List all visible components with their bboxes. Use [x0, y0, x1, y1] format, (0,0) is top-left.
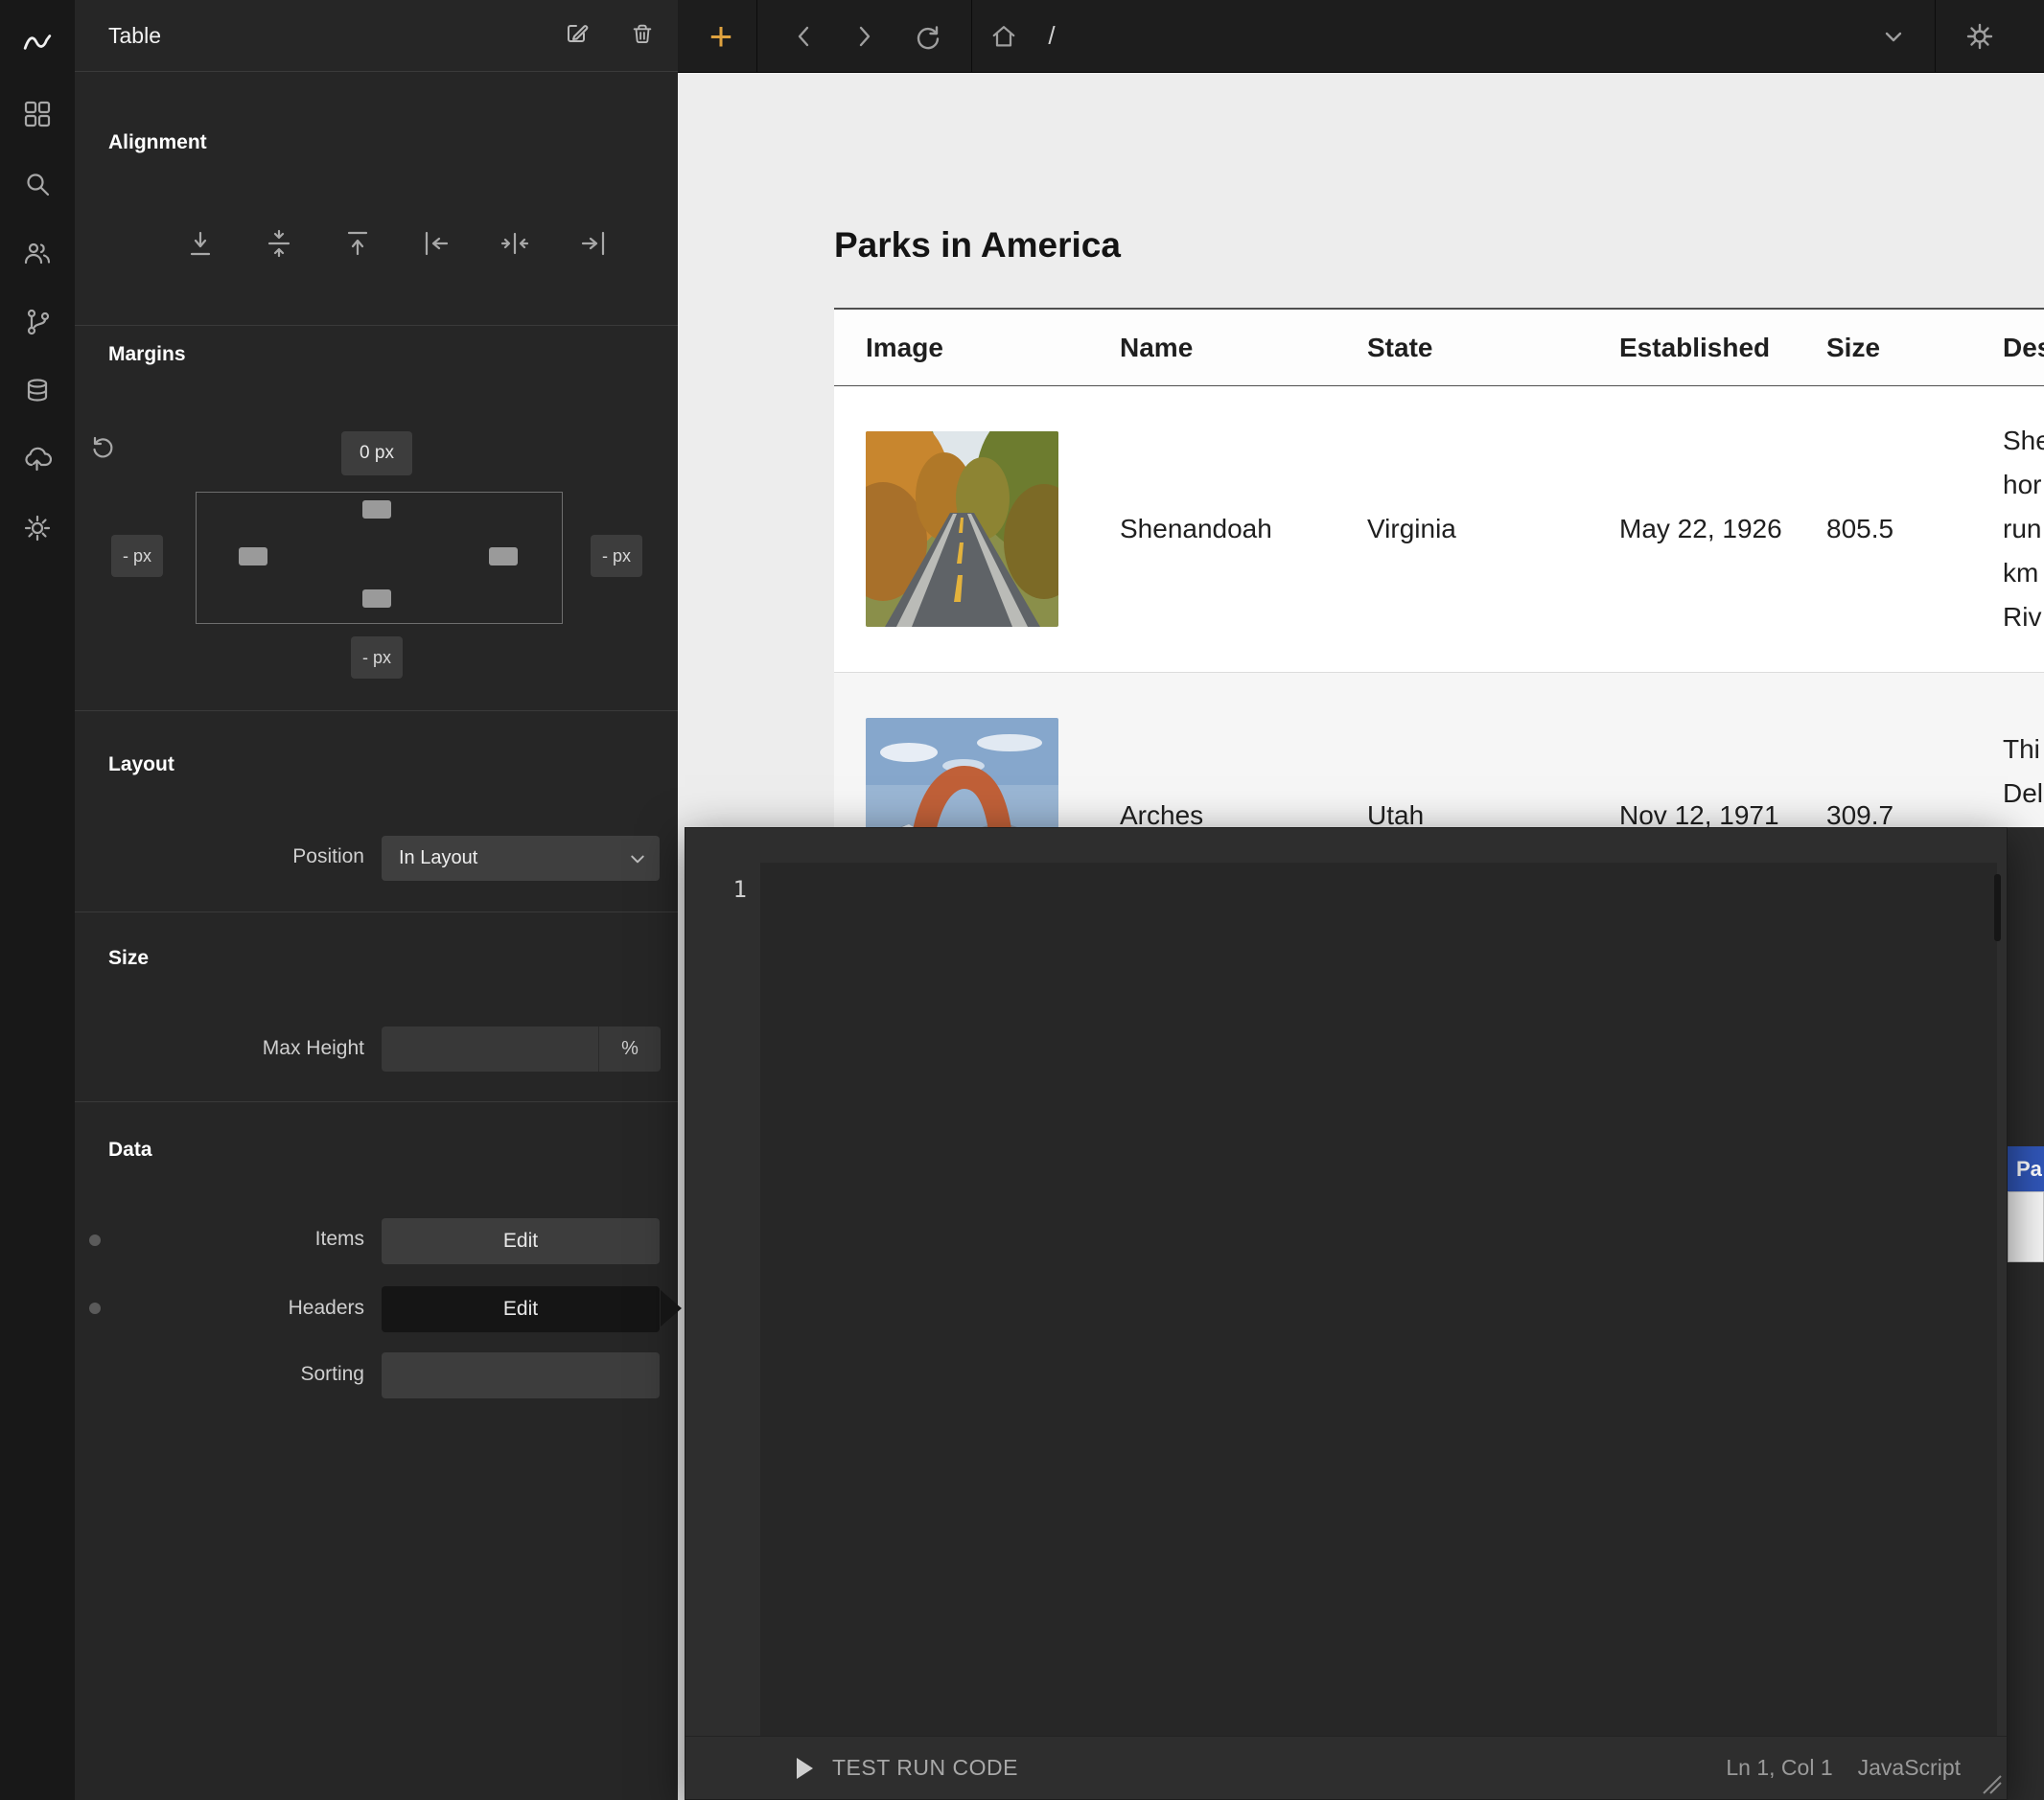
- cursor-position: Ln 1, Col 1: [1726, 1755, 1832, 1781]
- align-left-icon[interactable]: [421, 228, 452, 259]
- data-section: Data Items Edit Headers Edit Sorting: [75, 1102, 678, 1800]
- park-description: She hor run km Riv: [2003, 419, 2044, 639]
- align-top-icon[interactable]: [342, 228, 373, 259]
- margin-top-button[interactable]: 0 px: [341, 431, 412, 475]
- git-branch-icon[interactable]: [0, 305, 75, 339]
- page-title: Parks in America: [834, 225, 1121, 265]
- column-header: Image: [866, 333, 943, 363]
- column-header: State: [1367, 333, 1432, 363]
- table-row: Shenandoah Virginia May 22, 1926 805.5 S…: [834, 386, 2044, 672]
- language-label: JavaScript: [1858, 1755, 1961, 1781]
- test-run-code-button[interactable]: TEST RUN CODE: [832, 1755, 1018, 1781]
- park-size: 805.5: [1826, 514, 1893, 544]
- deploy-cloud-icon[interactable]: [0, 442, 75, 476]
- code-input-area[interactable]: [760, 863, 1997, 1736]
- sorting-label: Sorting: [75, 1363, 364, 1386]
- inspector-panel: Table Alignment: [75, 0, 678, 1800]
- search-icon[interactable]: [0, 167, 75, 201]
- add-icon: +: [709, 0, 733, 72]
- headers-edit-button[interactable]: Edit: [382, 1286, 660, 1332]
- canvas-toolbar: + /: [678, 0, 2044, 73]
- layout-section-label: Layout: [108, 753, 174, 776]
- dropdown-chevron-icon[interactable]: [1876, 0, 1911, 72]
- selected-component-title: Table: [108, 23, 161, 49]
- alignment-section-label: Alignment: [108, 131, 207, 154]
- margin-left-handle[interactable]: [239, 547, 267, 565]
- users-icon[interactable]: [0, 236, 75, 270]
- editor-line-number: 1: [685, 863, 760, 1736]
- editor-scrollbar-thumb[interactable]: [1994, 874, 2001, 941]
- margins-section: Margins 0 px - px - px - px: [75, 326, 678, 711]
- state-preview-box: [2008, 1191, 2044, 1262]
- max-height-input[interactable]: [382, 1027, 598, 1072]
- align-horizontal-center-icon[interactable]: [499, 228, 530, 259]
- park-name: Shenandoah: [1120, 514, 1272, 544]
- margin-bottom-button[interactable]: - px: [351, 636, 403, 679]
- forward-chevron-icon[interactable]: [847, 0, 881, 72]
- column-header: Description: [2003, 333, 2044, 363]
- right-panel-sliver: Pa: [2008, 827, 2044, 1800]
- position-label: Position: [75, 845, 364, 868]
- refresh-icon[interactable]: [910, 0, 946, 72]
- code-editor-popup: 1 TEST RUN CODE Ln 1, Col 1 JavaScript: [685, 827, 2008, 1800]
- components-grid-icon[interactable]: [0, 97, 75, 131]
- alignment-section: Alignment: [75, 72, 678, 326]
- settings-icon[interactable]: [0, 511, 75, 545]
- table-header-row: Image Name State Established Size Descri…: [834, 310, 2044, 386]
- column-header: Size: [1826, 333, 1880, 363]
- align-right-icon[interactable]: [578, 228, 609, 259]
- play-icon[interactable]: [797, 1758, 813, 1779]
- column-header: Name: [1120, 333, 1193, 363]
- debug-sun-icon[interactable]: [1961, 0, 1999, 72]
- database-icon[interactable]: [0, 374, 75, 408]
- sorting-field[interactable]: [382, 1352, 660, 1398]
- position-select-value: In Layout: [399, 847, 477, 869]
- size-section: Size Max Height %: [75, 912, 678, 1102]
- margins-diagram: [196, 492, 563, 624]
- margins-section-label: Margins: [108, 343, 186, 366]
- column-header: Established: [1619, 333, 1770, 363]
- inspector-header: Table: [75, 0, 678, 72]
- edit-icon[interactable]: [565, 21, 590, 51]
- data-section-label: Data: [108, 1139, 152, 1162]
- chevron-down-icon: [629, 850, 646, 867]
- state-tree-selected-item[interactable]: Pa: [2008, 1146, 2044, 1191]
- app-logo-icon[interactable]: [0, 26, 75, 60]
- editor-status-bar: TEST RUN CODE Ln 1, Col 1 JavaScript: [685, 1736, 2007, 1799]
- headers-label: Headers: [75, 1297, 364, 1320]
- park-state: Virginia: [1367, 514, 1456, 544]
- max-height-unit: %: [598, 1027, 661, 1072]
- align-vertical-center-icon[interactable]: [264, 228, 294, 259]
- page-path[interactable]: /: [1036, 0, 1067, 72]
- margin-right-handle[interactable]: [489, 547, 518, 565]
- items-edit-button[interactable]: Edit: [382, 1218, 660, 1264]
- park-established: May 22, 1926: [1619, 507, 1782, 551]
- margin-left-button[interactable]: - px: [111, 535, 163, 577]
- margin-right-button[interactable]: - px: [591, 535, 642, 577]
- margin-bottom-handle[interactable]: [362, 589, 391, 608]
- margin-top-handle[interactable]: [362, 500, 391, 519]
- app-root: Table Alignment: [0, 0, 2044, 1800]
- left-icon-rail: [0, 0, 75, 1800]
- align-bottom-icon[interactable]: [185, 228, 216, 259]
- position-select[interactable]: In Layout: [382, 836, 660, 881]
- reset-icon[interactable]: [90, 434, 115, 459]
- home-icon[interactable]: [987, 0, 1021, 72]
- add-component-button[interactable]: +: [702, 0, 740, 72]
- layout-section: Layout Position In Layout: [75, 711, 678, 912]
- popup-anchor-caret: [661, 1290, 682, 1327]
- autumn-road-photo: [866, 431, 1058, 627]
- resize-handle-icon[interactable]: [1982, 1774, 2003, 1795]
- back-chevron-icon[interactable]: [787, 0, 822, 72]
- trash-icon[interactable]: [630, 21, 655, 51]
- max-height-label: Max Height: [75, 1037, 364, 1060]
- size-section-label: Size: [108, 947, 149, 970]
- items-label: Items: [75, 1228, 364, 1251]
